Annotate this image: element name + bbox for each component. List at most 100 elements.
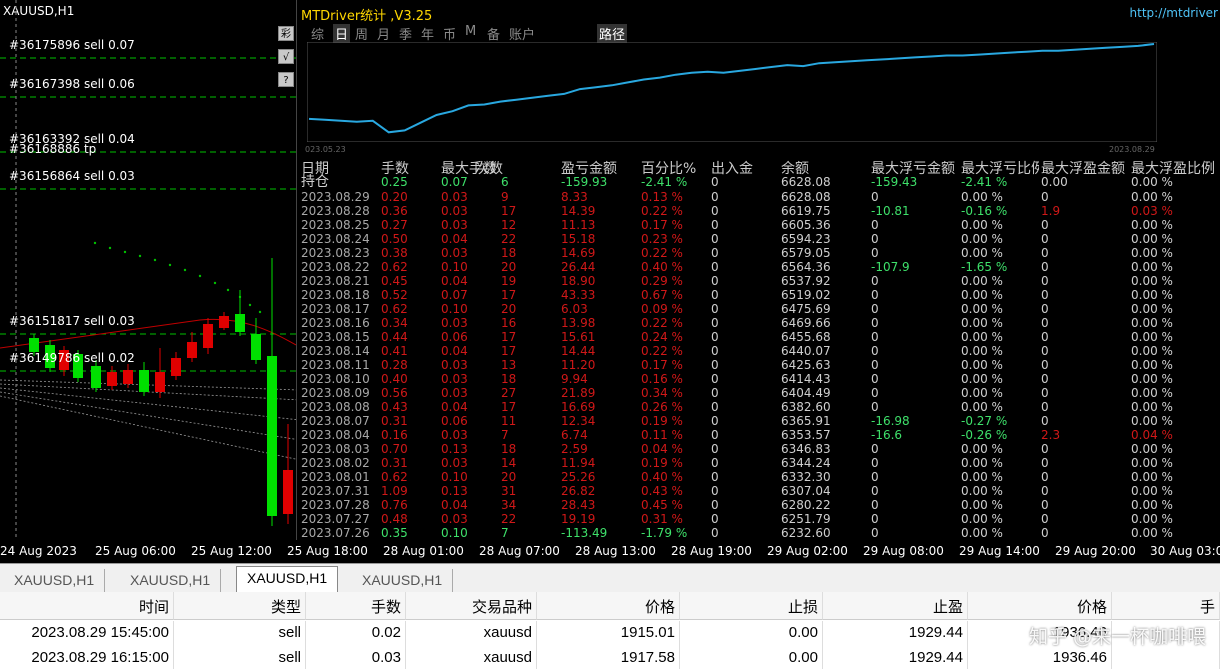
stats-cell: 17 (501, 344, 517, 358)
orders-column-header[interactable]: 类型 (174, 592, 306, 620)
stats-cell: 6382.60 (781, 400, 831, 414)
tab-8[interactable]: 备 (487, 24, 500, 43)
orders-column-header[interactable]: 时间 (0, 592, 174, 620)
orders-cell[interactable]: sell (174, 621, 306, 646)
stats-cell: 0.04 (441, 274, 468, 288)
orders-column-header[interactable]: 止损 (680, 592, 823, 620)
stats-cell: -0.26 % (961, 428, 1008, 442)
stats-cell: 0 (1041, 414, 1049, 428)
orders-cell[interactable] (1112, 646, 1220, 669)
stats-cell: 6579.05 (781, 246, 831, 260)
orders-cell[interactable]: 1936.46 (968, 646, 1112, 669)
stats-cell: 7 (501, 526, 509, 540)
orders-column-header[interactable]: 手数 (306, 592, 406, 620)
orders-cell[interactable]: 1929.44 (823, 621, 968, 646)
panel-url-link[interactable]: http://mtdriver (1130, 6, 1218, 20)
orders-cell[interactable]: xauusd (406, 621, 537, 646)
stats-cell: 0 (711, 372, 719, 386)
chart-help-button[interactable]: ? (278, 72, 294, 87)
stats-cell: 17 (501, 330, 517, 344)
stats-cell: 34 (501, 498, 517, 512)
orders-cell[interactable]: 0.02 (306, 621, 406, 646)
stats-cell: 0 (711, 246, 719, 260)
orders-column-header[interactable]: 价格 (968, 592, 1112, 620)
tab-5[interactable]: 年 (421, 24, 434, 43)
bear-candle (107, 372, 117, 386)
chart-tab[interactable]: XAUUSD,H1 (120, 569, 222, 593)
stats-cell: 0.04 (441, 232, 468, 246)
stats-cell: 0 (1041, 372, 1049, 386)
tab-7[interactable]: M (465, 24, 476, 39)
indicator-dot (248, 303, 252, 307)
orders-cell[interactable]: 0.00 (680, 621, 823, 646)
orders-column-header[interactable]: 止盈 (823, 592, 968, 620)
stats-cell: 0.31 (381, 414, 408, 428)
price-chart[interactable]: XAUUSD,H1 #36175896 sell 0.07 #36167398 s… (0, 0, 1220, 563)
summary-cell: -2.41 % (641, 175, 688, 189)
equity-curve (307, 42, 1157, 142)
stats-cell: 0 (871, 358, 879, 372)
chart-tab[interactable]: XAUUSD,H1 (352, 569, 454, 593)
tab-4[interactable]: 季 (399, 24, 412, 43)
stats-cell: 0.52 (381, 288, 408, 302)
tab-0[interactable]: 综 (311, 24, 324, 43)
orders-cell[interactable]: 0.00 (680, 646, 823, 669)
stats-cell: 0.28 (381, 358, 408, 372)
x-axis-tick: 24 Aug 2023 (0, 544, 77, 558)
stats-cell: 6414.43 (781, 372, 831, 386)
stats-cell: 0 (711, 470, 719, 484)
tab-route[interactable]: 路径 (597, 24, 628, 43)
indicator-dot (168, 263, 172, 267)
tab-2[interactable]: 周 (355, 24, 368, 43)
orders-column-header[interactable]: 交易品种 (406, 592, 537, 620)
chart-props-button[interactable]: 彩 (278, 26, 294, 41)
stats-cell: 0.00 % (961, 526, 1003, 540)
orders-column-header[interactable]: 价格 (537, 592, 680, 620)
stats-cell: 0.45 (381, 274, 408, 288)
stats-cell: 0.38 (381, 246, 408, 260)
orders-cell[interactable]: 2023.08.29 16:15:00 (0, 646, 174, 669)
stats-cell: 0.10 (441, 526, 468, 540)
equity-frame (307, 42, 1157, 142)
stats-cell: 0.03 (441, 512, 468, 526)
tab-6[interactable]: 币 (443, 24, 456, 43)
stats-cell: 0.62 (381, 302, 408, 316)
stats-cell: 0.04 (441, 344, 468, 358)
stats-cell: 0.00 % (961, 302, 1003, 316)
stats-cell: 0.56 (381, 386, 408, 400)
tab-1[interactable]: 日 (333, 24, 351, 43)
summary-cell: 0.00 % (1131, 175, 1173, 189)
stats-cell: 0.00 % (1131, 218, 1173, 232)
stats-cell: 0.00 % (1131, 358, 1173, 372)
orders-cell[interactable]: 1917.58 (537, 646, 680, 669)
stats-cell: 0.45 % (641, 498, 683, 512)
orders-cell[interactable]: 1929.44 (823, 646, 968, 669)
order-label: #36168886 tp (9, 142, 97, 156)
trend-line (0, 391, 296, 440)
stats-cell: 0 (871, 372, 879, 386)
stats-cell: 0.00 % (961, 190, 1003, 204)
orders-cell[interactable]: 2023.08.29 15:45:00 (0, 621, 174, 646)
stats-cell: 0 (871, 484, 879, 498)
orders-cell[interactable]: 1915.01 (537, 621, 680, 646)
stats-cell: 11 (501, 414, 517, 428)
tab-9[interactable]: 账户 (509, 24, 535, 43)
chart-tab[interactable]: XAUUSD,H1 (236, 566, 339, 593)
stats-cell: 13 (501, 358, 517, 372)
stats-cell: 0 (1041, 218, 1049, 232)
chart-check-button[interactable]: √ (278, 49, 294, 64)
orders-cell[interactable]: 0.03 (306, 646, 406, 669)
chart-tab[interactable]: XAUUSD,H1 (4, 569, 106, 593)
stats-cell: 0.50 (381, 232, 408, 246)
orders-column-header[interactable]: 手 (1112, 592, 1220, 620)
tab-3[interactable]: 月 (377, 24, 390, 43)
stats-cell: 0 (871, 218, 879, 232)
stats-cell: 0.36 (381, 204, 408, 218)
orders-cell[interactable]: sell (174, 646, 306, 669)
stats-cell: 0.04 (441, 400, 468, 414)
orders-cell[interactable]: xauusd (406, 646, 537, 669)
stats-cell: 0.00 % (1131, 414, 1173, 428)
stats-cell: 0 (711, 386, 719, 400)
stats-cell: 1.09 (381, 484, 408, 498)
trend-line (0, 387, 296, 420)
